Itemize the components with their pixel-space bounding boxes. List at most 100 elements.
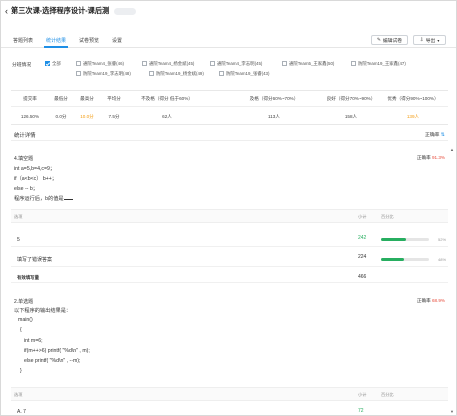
- answer-count: 72: [358, 408, 364, 414]
- stats-value-avg: 7.5分: [108, 114, 120, 119]
- export-label: 导出: [425, 38, 436, 44]
- sort-label: 正确率: [425, 133, 440, 138]
- table-row: 5 242 52%: [11, 229, 448, 247]
- question-code-line: {: [20, 327, 22, 333]
- tab-preview[interactable]: 试卷预览: [79, 37, 99, 44]
- answer-count: 224: [358, 254, 367, 260]
- question-text-line: int a=5,b=4,c=9；: [14, 166, 56, 172]
- question-text-line: 程序运行后，b的值是: [14, 195, 74, 202]
- stats-value-submit-rate: 126.50%: [20, 114, 40, 119]
- class-option-label: 防院Team19_王家鑫(47): [358, 61, 406, 66]
- percent-bar: [381, 258, 429, 261]
- stats-header: 及格（得分60%~70%）: [249, 96, 299, 101]
- correct-rate-value: 91.3%: [431, 155, 445, 160]
- column-percent: 百分比: [381, 392, 394, 397]
- correct-rate: 正确率 68.9%: [417, 298, 445, 304]
- question-text-line: if（a<b<c） b++；: [14, 176, 57, 182]
- answer-option: A. 7: [17, 409, 26, 415]
- arrow-left-icon[interactable]: ‹: [5, 6, 8, 16]
- answer-option: 5: [17, 237, 20, 243]
- percent-value: 48%: [438, 257, 447, 262]
- tab-answer-list[interactable]: 答题列表: [13, 37, 33, 44]
- edit-paper-label: 编辑试卷: [382, 38, 403, 44]
- answer-table-header: 选项 小计 百分比: [11, 209, 448, 223]
- column-count: 小计: [358, 214, 367, 219]
- stats-header: 提交率: [23, 96, 37, 101]
- question-text-line: 以下程序的输出结果是：: [14, 308, 72, 314]
- edit-paper-button[interactable]: ✎ 编辑试卷: [371, 35, 408, 45]
- answer-option: 填写了错误答案: [17, 257, 53, 263]
- export-button[interactable]: ⇩ 导出 ▾: [413, 35, 446, 45]
- stats-value-min: 0.0分: [55, 114, 67, 119]
- class-option-label: 通院Team5_王家鑫(50): [289, 61, 335, 66]
- tab-statistics[interactable]: 统计结果: [46, 37, 66, 44]
- class-checkbox[interactable]: [149, 71, 154, 76]
- tab-bar: 答题列表 统计结果 试卷预览 设置 ✎ 编辑试卷 ⇩ 导出 ▾: [1, 31, 456, 48]
- class-option-label: 通院Team4_张睿(46): [83, 61, 124, 66]
- page-title: 第三次课-选择程序设计-课后测: [11, 6, 110, 15]
- stats-header: 最低分: [54, 96, 68, 101]
- correct-rate-value: 68.9%: [431, 298, 445, 303]
- active-tab-indicator: [44, 46, 68, 48]
- question-code-line: int m=6;: [24, 338, 43, 344]
- class-option-label: 通院Team4_李志明(45): [217, 61, 263, 66]
- question-text-line: else -- b；: [14, 186, 38, 192]
- score-stats-table: 提交率 最低分 最高分 平均分 不及格（得分 低于60%） 及格（得分60%~7…: [11, 90, 448, 125]
- stats-value-fail: 62人: [162, 114, 172, 119]
- percent-bar: [381, 238, 429, 241]
- class-checkbox-all[interactable]: [45, 61, 50, 66]
- stats-header: 不及格（得分 低于60%）: [141, 96, 193, 101]
- sort-dropdown[interactable]: 正确率 ⇅: [425, 131, 445, 138]
- class-checkbox[interactable]: [142, 61, 147, 66]
- class-option-label: 通院Team4_杨金斌(45): [149, 61, 195, 66]
- class-checkbox[interactable]: [219, 71, 224, 76]
- question-code-line: if(m++>6) printf( "%d\n" , m);: [24, 348, 90, 354]
- question-block: 4.填空题 正确率 91.3% int a=5,b=4,c=9； if（a<b<…: [11, 151, 448, 291]
- scroll-up-icon[interactable]: ▲: [450, 147, 454, 152]
- column-option: 选项: [14, 392, 23, 397]
- class-checkbox[interactable]: [76, 61, 81, 66]
- stats-value-good: 158人: [344, 114, 358, 119]
- sort-icon: ⇅: [440, 132, 445, 138]
- correct-rate-label: 正确率: [416, 155, 431, 160]
- stats-header: 平均分: [107, 96, 121, 101]
- class-option-label: 防院Team19_张睿(43): [226, 71, 270, 76]
- stats-header: 良好（得分70%~90%）: [326, 96, 376, 101]
- question-text: 程序运行后，b的值是: [14, 196, 64, 202]
- table-total-row: 有效填写量 466: [11, 269, 448, 283]
- percent-bar-fill: [381, 238, 406, 241]
- class-option-label: 全部: [52, 61, 61, 66]
- tab-settings[interactable]: 设置: [112, 37, 122, 44]
- chevron-down-icon: ▾: [437, 37, 440, 43]
- class-checkbox[interactable]: [282, 61, 287, 66]
- class-checkbox[interactable]: [76, 71, 81, 76]
- table-row: 填写了错误答案 224 48%: [11, 249, 448, 267]
- correct-rate-label: 正确率: [416, 298, 431, 303]
- percent-value: 52%: [438, 237, 447, 242]
- scroll-down-icon[interactable]: ▼: [450, 409, 454, 414]
- class-checkbox[interactable]: [351, 61, 356, 66]
- answer-count: 242: [358, 235, 367, 241]
- stats-header: 最高分: [80, 96, 94, 101]
- export-icon: ⇩: [419, 37, 424, 43]
- stats-value-max: 10.0分: [80, 114, 94, 119]
- question-title: 4.填空题: [14, 156, 34, 162]
- class-filter-label: 分班情况: [12, 63, 32, 68]
- total-count: 466: [358, 274, 367, 280]
- detail-title: 统计详情: [14, 133, 36, 139]
- stats-value-excellent: 139人: [406, 114, 420, 119]
- class-checkbox[interactable]: [210, 61, 215, 66]
- class-option-label: 防院Team19_李志明(48): [83, 71, 131, 76]
- question-code-line: }: [20, 368, 22, 374]
- detail-header: 统计详情 正确率 ⇅: [11, 129, 448, 141]
- stats-header: 优秀（得分90%~100%）: [387, 96, 439, 101]
- page-header: ‹ 第三次课-选择程序设计-课后测: [1, 1, 456, 21]
- question-code-line: main(): [18, 317, 33, 323]
- percent-bar-fill: [381, 258, 405, 261]
- question-title: 2.单选题: [14, 299, 34, 305]
- table-row: A. 7 72: [11, 405, 448, 415]
- column-option: 选项: [14, 214, 23, 219]
- edit-icon: ✎: [376, 37, 381, 43]
- answer-table-header: 选项 小计 百分比: [11, 387, 448, 401]
- stats-value-pass: 113人: [268, 114, 280, 119]
